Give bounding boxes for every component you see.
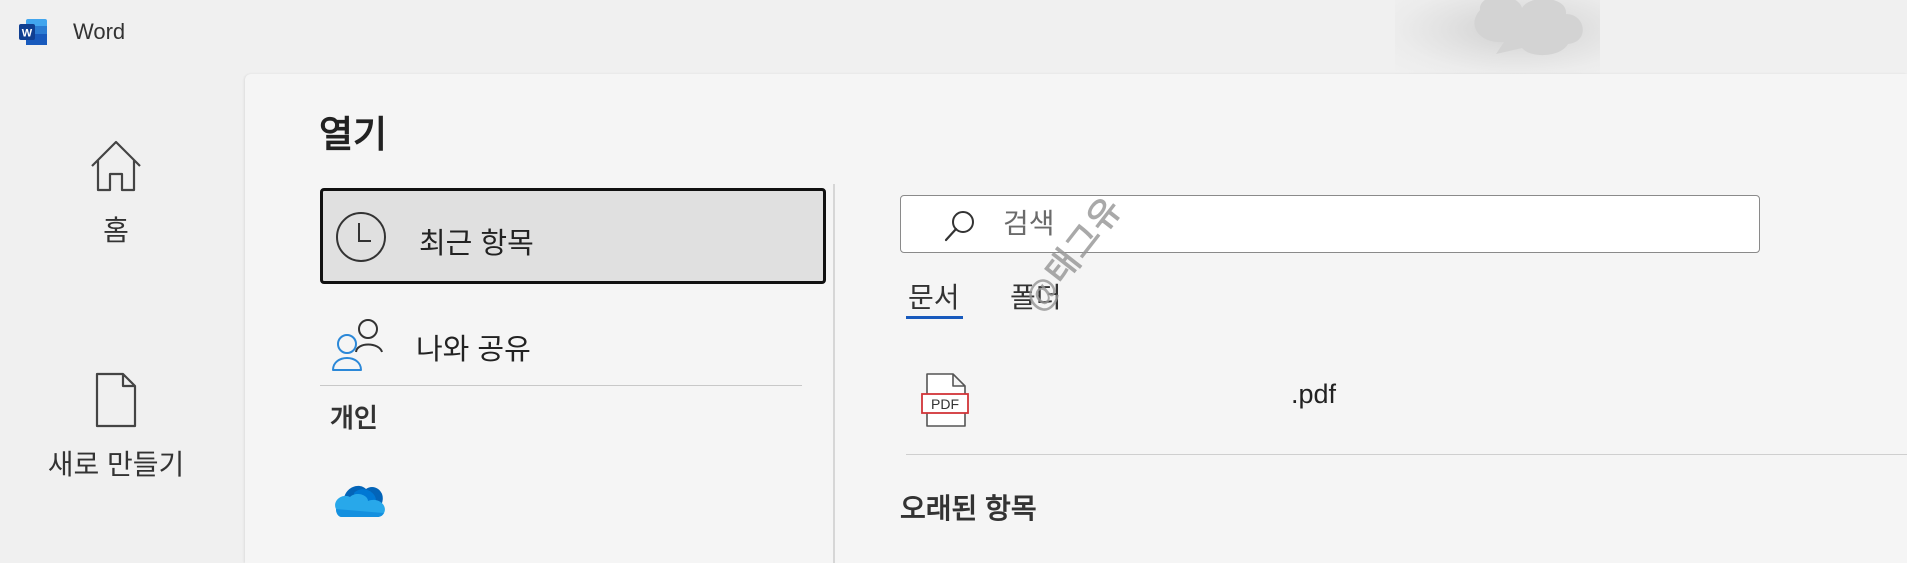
pane-separator	[833, 184, 835, 563]
search-box[interactable]	[900, 195, 1760, 253]
location-recent[interactable]: 최근 항목	[320, 188, 826, 284]
section-personal-header: 개인	[330, 403, 378, 433]
page-title: 열기	[319, 114, 388, 155]
search-icon	[944, 211, 974, 242]
onedrive-icon	[335, 485, 385, 517]
home-icon	[91, 140, 141, 192]
location-onedrive[interactable]	[332, 479, 388, 524]
location-recent-label: 최근 항목	[419, 228, 534, 260]
file-row[interactable]: PDF .pdf	[902, 364, 1907, 444]
svg-text:W: W	[22, 28, 33, 40]
file-name: .pdf	[1291, 379, 1337, 409]
nav-new[interactable]: 새로 만들기	[0, 372, 232, 483]
new-document-icon	[95, 372, 137, 428]
nav-home-label: 홈	[103, 215, 129, 246]
people-icon	[332, 319, 383, 371]
nav-home[interactable]: 홈	[0, 138, 232, 249]
divider	[320, 385, 802, 386]
word-logo-icon: W	[19, 19, 47, 45]
location-shared-with-me[interactable]: 나와 공유	[320, 302, 826, 378]
title-bar: W Word	[0, 0, 1907, 74]
search-input[interactable]	[1001, 202, 1725, 246]
pdf-file-icon: PDF	[921, 373, 969, 427]
svg-text:PDF: PDF	[931, 396, 959, 412]
clock-icon	[336, 212, 386, 262]
decorative-cloud-icon	[1474, 0, 1583, 55]
divider	[906, 454, 1907, 455]
tab-documents[interactable]: 문서	[908, 276, 960, 316]
tab-selected-indicator	[906, 316, 963, 319]
open-panel: 열기 최근 항목 나와 공유 개인 문서	[245, 74, 1907, 563]
nav-new-label: 새로 만들기	[47, 449, 185, 480]
section-older-header: 오래된 항목	[900, 493, 1037, 524]
tab-folders[interactable]: 폴더	[1010, 276, 1062, 316]
location-shared-label: 나와 공유	[416, 334, 531, 366]
app-title: Word	[73, 19, 126, 44]
